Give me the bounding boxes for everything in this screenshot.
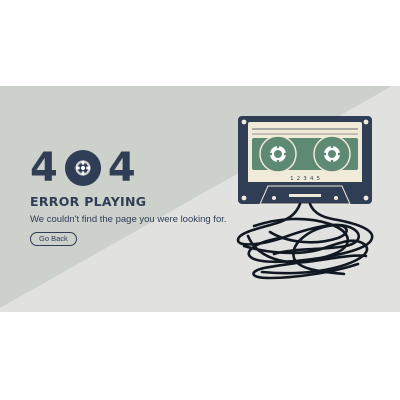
cassette-tape-icon: 1 2 3 4 5 <box>236 116 374 280</box>
digit-four-right: 4 <box>107 145 136 191</box>
cassette-reel-icon <box>64 149 101 187</box>
go-back-button[interactable]: Go Back <box>30 232 77 246</box>
error-title: ERROR PLAYING <box>30 194 147 209</box>
tangled-tape-icon <box>236 202 374 280</box>
error-code-404: 4 4 <box>30 146 230 190</box>
error-content: 4 4 ERROR PLAYING We couldn't find the p… <box>30 146 230 246</box>
right-reel-icon <box>313 135 351 173</box>
left-reel-icon <box>259 135 297 173</box>
error-stage: 4 4 ERROR PLAYING We couldn't find the p… <box>0 86 400 312</box>
digit-four-left: 4 <box>30 145 58 191</box>
cassette-label-code: 1 2 3 4 5 <box>290 176 320 182</box>
error-message: We couldn't find the page you were looki… <box>30 214 227 225</box>
